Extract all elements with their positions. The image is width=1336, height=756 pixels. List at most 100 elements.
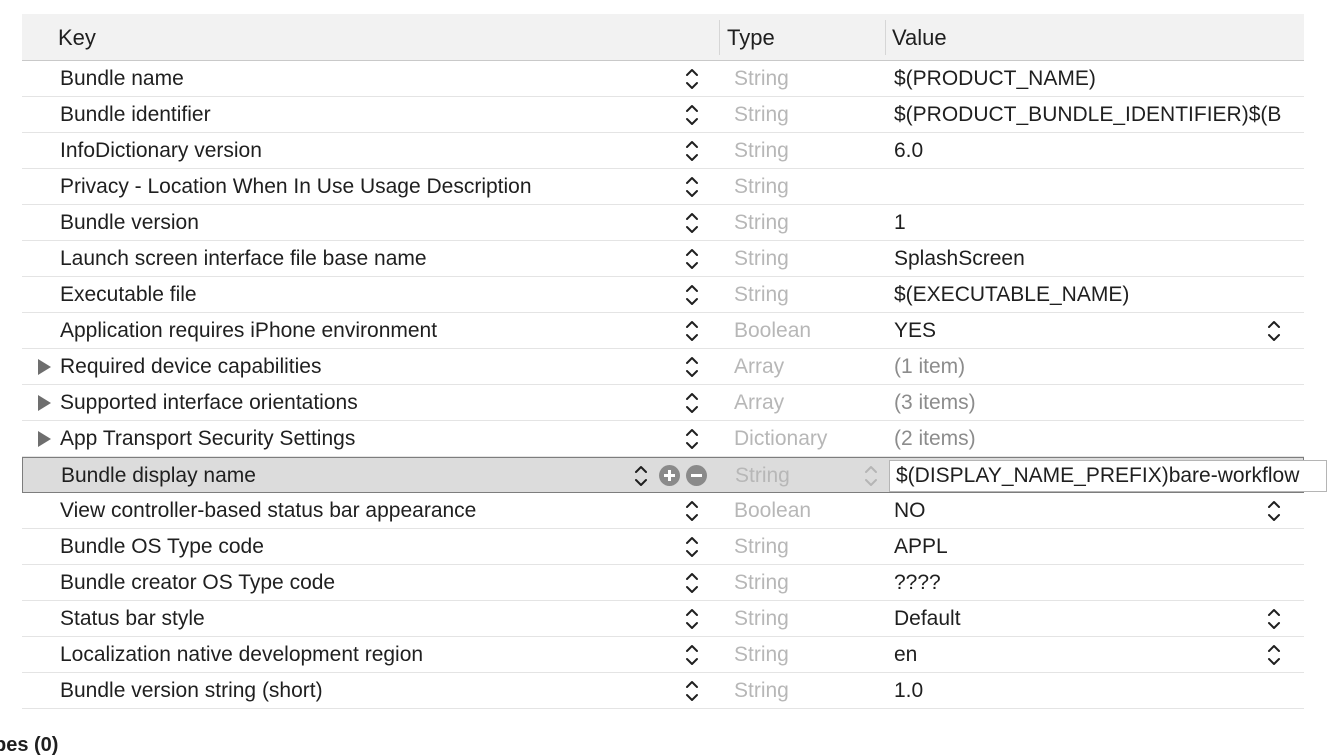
remove-row-button[interactable]: [686, 465, 707, 486]
row-key[interactable]: Status bar style: [60, 607, 205, 631]
row-type[interactable]: Boolean: [734, 499, 811, 523]
row-type[interactable]: Array: [734, 355, 784, 379]
key-stepper-icon[interactable]: [685, 534, 699, 560]
row-type[interactable]: Array: [734, 391, 784, 415]
key-column-header[interactable]: Key: [58, 25, 96, 51]
plist-row[interactable]: Bundle version String 1: [22, 205, 1304, 241]
value-stepper-icon[interactable]: [1267, 318, 1281, 344]
row-value[interactable]: 6.0: [894, 139, 1296, 163]
column-divider[interactable]: [885, 20, 886, 55]
key-stepper-icon[interactable]: [685, 318, 699, 344]
key-stepper-icon[interactable]: [685, 642, 699, 668]
plist-row[interactable]: App Transport Security Settings Dictionar…: [22, 421, 1304, 457]
row-key[interactable]: InfoDictionary version: [60, 139, 262, 163]
row-value[interactable]: 1: [894, 211, 1296, 235]
row-key[interactable]: Bundle display name: [61, 464, 256, 488]
row-key[interactable]: Launch screen interface file base name: [60, 247, 427, 271]
row-type[interactable]: String: [734, 571, 789, 595]
row-value[interactable]: SplashScreen: [894, 247, 1296, 271]
row-type[interactable]: Boolean: [734, 319, 811, 343]
row-key[interactable]: Application requires iPhone environment: [60, 319, 437, 343]
row-value[interactable]: en: [894, 643, 1296, 667]
row-type[interactable]: String: [734, 247, 789, 271]
key-stepper-icon[interactable]: [685, 498, 699, 524]
row-value[interactable]: (1 item): [894, 355, 1296, 379]
plist-row[interactable]: Privacy - Location When In Use Usage Des…: [22, 169, 1304, 205]
row-key[interactable]: Executable file: [60, 283, 197, 307]
row-type[interactable]: String: [734, 283, 789, 307]
row-key[interactable]: View controller-based status bar appeara…: [60, 499, 476, 523]
row-value[interactable]: $(EXECUTABLE_NAME): [894, 283, 1296, 307]
row-type[interactable]: String: [734, 175, 789, 199]
row-key[interactable]: Bundle creator OS Type code: [60, 571, 335, 595]
row-value[interactable]: (2 items): [894, 427, 1296, 451]
key-stepper-icon[interactable]: [685, 678, 699, 704]
plist-row[interactable]: Bundle version string (short) String 1.0: [22, 673, 1304, 709]
plist-row[interactable]: Bundle name String $(PRODUCT_NAME): [22, 61, 1304, 97]
plist-row[interactable]: Required device capabilities Array (1 item…: [22, 349, 1304, 385]
key-stepper-icon[interactable]: [685, 354, 699, 380]
row-key[interactable]: Bundle OS Type code: [60, 535, 264, 559]
row-key[interactable]: Bundle version: [60, 211, 199, 235]
plist-row[interactable]: Application requires iPhone environment B…: [22, 313, 1304, 349]
plist-row[interactable]: Executable file String $(EXECUTABLE_NAME): [22, 277, 1304, 313]
add-row-button[interactable]: [659, 465, 680, 486]
key-stepper-icon[interactable]: [685, 174, 699, 200]
plist-row[interactable]: InfoDictionary version String 6.0: [22, 133, 1304, 169]
row-type[interactable]: String: [734, 607, 789, 631]
row-key[interactable]: Localization native development region: [60, 643, 423, 667]
value-edit-field[interactable]: $(DISPLAY_NAME_PREFIX)bare-workflow: [889, 460, 1327, 492]
row-type[interactable]: String: [734, 67, 789, 91]
key-stepper-icon[interactable]: [685, 66, 699, 92]
key-stepper-icon[interactable]: [685, 390, 699, 416]
row-type[interactable]: String: [734, 211, 789, 235]
row-key[interactable]: Required device capabilities: [60, 355, 322, 379]
disclosure-triangle-icon[interactable]: [38, 431, 51, 447]
row-value[interactable]: Default: [894, 607, 1296, 631]
row-key[interactable]: Bundle version string (short): [60, 679, 323, 703]
key-stepper-icon[interactable]: [685, 282, 699, 308]
key-stepper-icon[interactable]: [685, 426, 699, 452]
key-stepper-icon[interactable]: [685, 606, 699, 632]
value-stepper-icon[interactable]: [1267, 606, 1281, 632]
row-value[interactable]: ????: [894, 571, 1296, 595]
row-value[interactable]: (3 items): [894, 391, 1296, 415]
row-type[interactable]: String: [734, 535, 789, 559]
row-value[interactable]: $(PRODUCT_BUNDLE_IDENTIFIER)$(B: [894, 103, 1296, 127]
type-stepper-icon[interactable]: [864, 463, 878, 489]
plist-row[interactable]: View controller-based status bar appeara…: [22, 493, 1304, 529]
key-stepper-icon[interactable]: [685, 570, 699, 596]
row-type[interactable]: String: [734, 139, 789, 163]
row-type[interactable]: String: [734, 103, 789, 127]
value-column-header[interactable]: Value: [892, 25, 947, 51]
plist-row[interactable]: Localization native development region St…: [22, 637, 1304, 673]
row-key[interactable]: Privacy - Location When In Use Usage Des…: [60, 175, 532, 199]
disclosure-triangle-icon[interactable]: [38, 395, 51, 411]
value-stepper-icon[interactable]: [1267, 498, 1281, 524]
row-type[interactable]: Dictionary: [734, 427, 827, 451]
row-key[interactable]: App Transport Security Settings: [60, 427, 355, 451]
disclosure-triangle-icon[interactable]: [38, 359, 51, 375]
key-stepper-icon[interactable]: [685, 102, 699, 128]
plist-row[interactable]: Supported interface orientations Array (3 …: [22, 385, 1304, 421]
row-key[interactable]: Supported interface orientations: [60, 391, 358, 415]
row-type[interactable]: String: [734, 643, 789, 667]
plist-row[interactable]: Status bar style String Default: [22, 601, 1304, 637]
column-divider[interactable]: [719, 20, 720, 55]
row-key[interactable]: Bundle identifier: [60, 103, 211, 127]
plist-row[interactable]: Bundle OS Type code String APPL: [22, 529, 1304, 565]
row-key[interactable]: Bundle name: [60, 67, 184, 91]
row-type[interactable]: String: [735, 464, 790, 488]
key-stepper-icon[interactable]: [685, 210, 699, 236]
type-column-header[interactable]: Type: [727, 25, 775, 51]
row-value[interactable]: APPL: [894, 535, 1296, 559]
row-type[interactable]: String: [734, 679, 789, 703]
plist-row[interactable]: Bundle creator OS Type code String????: [22, 565, 1304, 601]
key-stepper-icon[interactable]: [685, 138, 699, 164]
row-value[interactable]: YES: [894, 319, 1296, 343]
document-types-heading[interactable]: pes (0): [0, 734, 58, 756]
plist-row[interactable]: Bundle identifier String $(PRODUCT_BUNDLE_…: [22, 97, 1304, 133]
plist-row[interactable]: Bundle display name String $(DISPLAY_NAME_…: [22, 457, 1327, 493]
row-value[interactable]: NO: [894, 499, 1296, 523]
value-stepper-icon[interactable]: [1267, 642, 1281, 668]
